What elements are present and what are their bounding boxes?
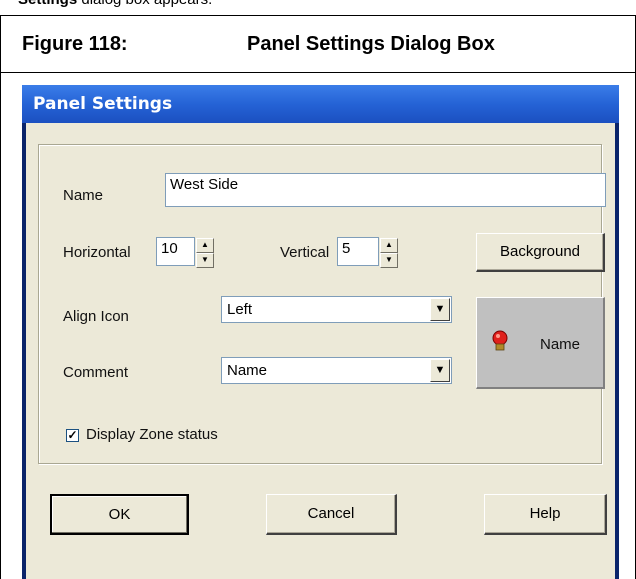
align-icon-select[interactable]: Left ▼ (221, 296, 452, 323)
vertical-label: Vertical (280, 244, 330, 261)
vertical-spinner[interactable]: ▲ ▼ (380, 238, 398, 268)
figure-header: Figure 118: Panel Settings Dialog Box (1, 16, 635, 73)
cropped-caption-bold: Settings (18, 0, 77, 8)
spin-down-icon[interactable]: ▼ (196, 253, 214, 268)
display-zone-checkbox[interactable]: ✓ (66, 429, 79, 442)
name-input[interactable]: West Side (165, 173, 606, 207)
horizontal-spinner[interactable]: ▲ ▼ (196, 238, 214, 268)
display-zone-label[interactable]: Display Zone status (86, 426, 218, 443)
dialog-titlebar[interactable]: Panel Settings (22, 85, 619, 123)
dropdown-arrow-icon[interactable]: ▼ (430, 298, 450, 321)
name-label: Name (63, 187, 104, 204)
checkmark-icon: ✓ (67, 428, 78, 442)
spin-up-icon[interactable]: ▲ (196, 238, 214, 253)
dialog-client-area: Name West Side Horizontal 10 ▲ ▼ Vertica… (26, 123, 615, 579)
panel-settings-dialog: Panel Settings Name West Side Horizontal… (22, 85, 619, 579)
align-icon-value: Left (227, 301, 253, 318)
horizontal-input[interactable]: 10 (156, 237, 195, 266)
settings-group: Name West Side Horizontal 10 ▲ ▼ Vertica… (38, 144, 606, 464)
preview-label: Name (540, 336, 581, 353)
figure-number: Figure 118: (22, 33, 128, 55)
comment-select[interactable]: Name ▼ (221, 357, 452, 384)
help-button[interactable]: Help (484, 494, 607, 535)
comment-label: Comment (63, 364, 129, 381)
dialog-title: Panel Settings (33, 94, 173, 114)
dropdown-arrow-icon[interactable]: ▼ (430, 359, 450, 382)
cropped-caption: Settings dialog box appears. (18, 0, 212, 8)
cropped-caption-rest: dialog box appears. (77, 0, 212, 8)
ok-button[interactable]: OK (50, 494, 189, 535)
figure-title: Panel Settings Dialog Box (247, 33, 495, 55)
spin-down-icon[interactable]: ▼ (380, 253, 398, 268)
spin-up-icon[interactable]: ▲ (380, 238, 398, 253)
background-button[interactable]: Background (476, 233, 605, 272)
horizontal-label: Horizontal (63, 244, 131, 261)
red-bulb-icon (492, 330, 508, 351)
align-icon-label: Align Icon (63, 308, 129, 325)
comment-value: Name (227, 362, 268, 379)
cancel-button[interactable]: Cancel (266, 494, 397, 535)
panel-preview: Name (476, 297, 605, 389)
vertical-input[interactable]: 5 (337, 237, 379, 266)
